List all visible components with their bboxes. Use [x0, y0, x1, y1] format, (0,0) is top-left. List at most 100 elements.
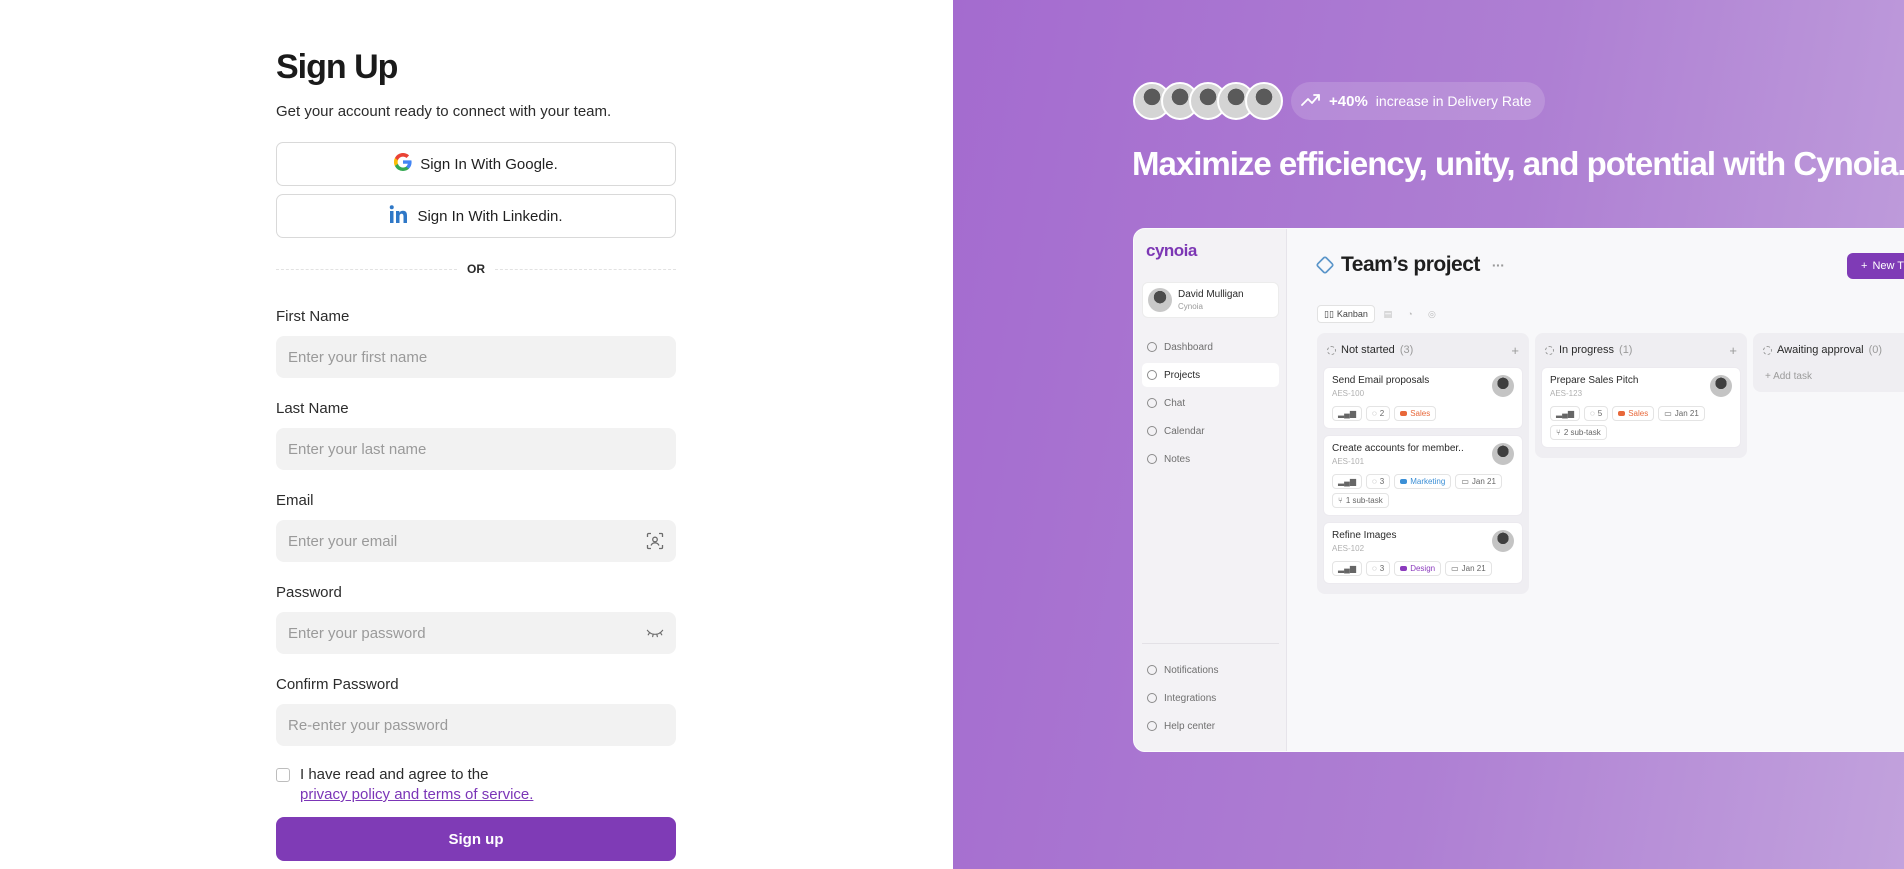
- due-date: Jan 21: [1674, 409, 1699, 418]
- avatar: [1492, 530, 1514, 552]
- cube-icon: [1147, 370, 1157, 380]
- kanban-column-awaiting-approval: Awaiting approval (0) + Add task: [1753, 333, 1904, 392]
- comments-chip: ◌ 3: [1365, 474, 1391, 489]
- linkedin-signin-button[interactable]: Sign In With Linkedin.: [276, 194, 676, 238]
- tag-chip: Sales: [1612, 406, 1655, 421]
- contact-autofill-icon[interactable]: [646, 532, 664, 550]
- sidebar-item-help: Help center: [1142, 714, 1279, 738]
- password-field: [276, 612, 676, 654]
- signup-panel: Sign Up Get your account ready to connec…: [0, 0, 953, 869]
- password-label: Password: [276, 584, 342, 601]
- task-card: Refine Images AES-102 ▂▄▆ ◌ 3 Design ▭ J…: [1323, 522, 1523, 584]
- priority-icon: ▂▄▆: [1332, 474, 1362, 489]
- promo-panel: +40% increase in Delivery Rate Maximize …: [953, 0, 1904, 869]
- view-tabs: ▯▯ Kanban ▤ ◔ ◎: [1317, 305, 1441, 323]
- sidebar-item-label: Help center: [1164, 720, 1216, 732]
- comment-count: 3: [1379, 564, 1385, 573]
- tag-chip: Sales: [1394, 406, 1437, 421]
- bell-icon: [1147, 665, 1157, 675]
- date-chip: ▭ Jan 21: [1455, 474, 1502, 489]
- terms-text-block: I have read and agree to the privacy pol…: [300, 766, 533, 803]
- confirm-password-input[interactable]: [288, 716, 664, 734]
- column-count: (1): [1619, 344, 1633, 356]
- or-divider: OR: [276, 262, 676, 276]
- terms-link[interactable]: privacy policy and terms of service.: [300, 786, 533, 803]
- tag-chip: Design: [1394, 561, 1442, 576]
- column-count: (3): [1399, 344, 1414, 356]
- divider-line: [495, 268, 676, 270]
- task-id: AES-123: [1550, 389, 1583, 398]
- tag-label: Marketing: [1410, 477, 1446, 486]
- preview-main: Team’s project ··· + New T ▯▯ Kanban ▤ ◔ ◎…: [1287, 229, 1904, 751]
- column-title: In progress: [1559, 344, 1615, 356]
- divider-line: [276, 268, 457, 270]
- or-label: OR: [467, 262, 485, 276]
- calendar-icon: [1147, 426, 1157, 436]
- sidebar-item-label: Calendar: [1164, 425, 1205, 437]
- table-icon: ▤: [1383, 308, 1393, 319]
- add-task-link: + Add task: [1765, 371, 1812, 382]
- subtask-count: 2 sub-task: [1563, 428, 1601, 437]
- comments-chip: ◌ 5: [1583, 406, 1609, 421]
- add-task-label: Add task: [1773, 371, 1812, 382]
- priority-icon: ▂▄▆: [1332, 406, 1362, 421]
- stat-badge-row: +40% increase in Delivery Rate: [1133, 82, 1546, 120]
- signup-button[interactable]: Sign up: [276, 817, 676, 861]
- sidebar-item-chat: Chat: [1142, 391, 1279, 415]
- first-name-input[interactable]: [288, 348, 664, 366]
- last-name-input[interactable]: [288, 440, 664, 458]
- home-icon: [1147, 342, 1157, 352]
- sidebar-divider: [1142, 643, 1279, 644]
- task-chips: ▂▄▆ ◌ 3 Design ▭ Jan 21: [1332, 561, 1514, 576]
- terms-agreement: I have read and agree to the privacy pol…: [276, 766, 676, 803]
- email-label: Email: [276, 492, 314, 509]
- project-cube-icon: [1315, 255, 1335, 275]
- google-signin-button[interactable]: Sign In With Google.: [276, 142, 676, 186]
- subtask-chip: ⑂ 1 sub-task: [1332, 493, 1389, 508]
- chat-icon: [1147, 398, 1157, 408]
- focus-icon: ◎: [1428, 308, 1436, 319]
- linkedin-icon: [389, 204, 409, 228]
- plus-icon: +: [1861, 260, 1868, 272]
- project-title: Team’s project ···: [1315, 253, 1505, 277]
- comments-chip: ◌ 2: [1365, 406, 1391, 421]
- avatar: [1148, 288, 1172, 312]
- column-title: Not started: [1341, 344, 1395, 356]
- notes-icon: [1147, 454, 1157, 464]
- sidebar-item-label: Integrations: [1164, 692, 1217, 704]
- task-chips: ▂▄▆ ◌ 5 Sales ▭ Jan 21 ⑂ 2 sub-task: [1550, 406, 1732, 440]
- password-input[interactable]: [288, 624, 646, 642]
- timeline-icon: ◔: [1407, 309, 1413, 319]
- tag-label: Design: [1410, 564, 1436, 573]
- avatar: [1492, 443, 1514, 465]
- kanban-icon: ▯▯: [1324, 308, 1334, 319]
- sidebar-item-projects: Projects: [1142, 363, 1279, 387]
- task-title: Create accounts for member..: [1332, 443, 1464, 454]
- eye-closed-icon[interactable]: [646, 624, 664, 642]
- sidebar-item-label: Notes: [1164, 453, 1191, 465]
- promo-headline: Maximize efficiency, unity, and potentia…: [1132, 145, 1904, 182]
- comment-count: 5: [1597, 409, 1603, 418]
- terms-checkbox[interactable]: [276, 768, 290, 782]
- due-date: Jan 21: [1471, 477, 1496, 486]
- user-name: David Mulligan: [1178, 289, 1244, 300]
- sidebar-item-label: Dashboard: [1164, 341, 1213, 353]
- sidebar-item-calendar: Calendar: [1142, 419, 1279, 443]
- kanban-column-in-progress: In progress (1) + Prepare Sales Pitch AE…: [1535, 333, 1747, 458]
- status-icon: [1327, 345, 1336, 355]
- project-title-text: Team’s project: [1341, 253, 1480, 276]
- add-icon: +: [1729, 342, 1737, 358]
- add-icon: +: [1511, 342, 1519, 358]
- tag-icon: [1618, 411, 1626, 416]
- email-input[interactable]: [288, 532, 646, 550]
- task-card: Send Email proposals AES-100 ▂▄▆ ◌ 2 Sal…: [1323, 367, 1523, 429]
- last-name-field: [276, 428, 676, 470]
- comment-count: 3: [1379, 477, 1385, 486]
- last-name-label: Last Name: [276, 400, 349, 417]
- sidebar-item-label: Notifications: [1164, 664, 1219, 676]
- stat-value: +40%: [1329, 92, 1368, 110]
- plug-icon: [1147, 693, 1157, 703]
- avatar: [1245, 82, 1283, 120]
- task-id: AES-101: [1332, 457, 1365, 466]
- stat-text: increase in Delivery Rate: [1375, 93, 1532, 109]
